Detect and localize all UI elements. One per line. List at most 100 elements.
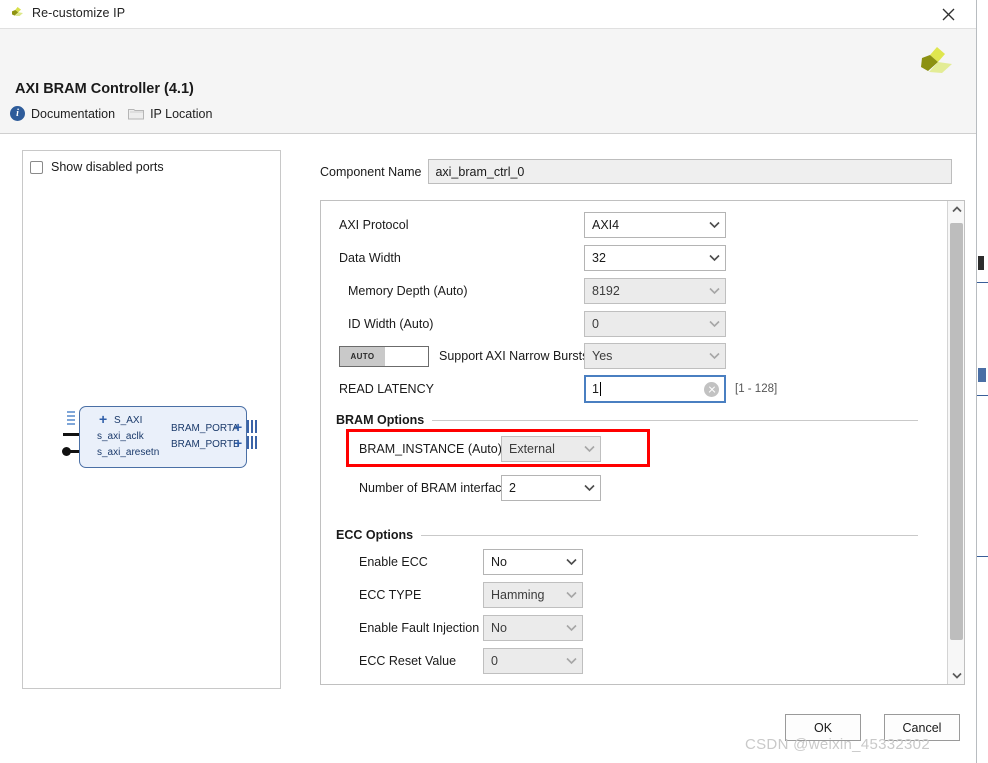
bram-instance-select[interactable]: External	[501, 436, 601, 462]
field-axi-protocol: AXI Protocol AXI4	[339, 212, 726, 238]
component-name-row: Component Name axi_bram_ctrl_0	[320, 159, 953, 184]
chevron-down-icon	[564, 621, 578, 635]
window-title: Re-customize IP	[32, 6, 126, 20]
ecc-options-section-header: ECC Options	[336, 528, 918, 542]
chevron-down-icon	[582, 481, 596, 495]
ecc-reset-value-select[interactable]: 0	[483, 648, 583, 674]
bus-pin-icon	[67, 411, 76, 425]
checkbox-box	[30, 160, 43, 174]
number-bram-interfaces-label: Number of BRAM interfaces	[359, 481, 515, 495]
ecc-reset-value-label: ECC Reset Value	[359, 654, 457, 668]
background-window-sliver	[976, 0, 988, 763]
xilinx-brand-logo-icon	[914, 43, 958, 87]
ip-block-diagram: + S_AXI s_axi_aclk s_axi_aresetn BRAM_PO…	[57, 406, 257, 470]
field-memory-depth: Memory Depth (Auto) 8192	[339, 278, 726, 304]
read-latency-input[interactable]: 1	[584, 375, 726, 403]
axi-protocol-label: AXI Protocol	[339, 218, 409, 232]
field-ecc-reset-value: ECC Reset Value 0	[359, 648, 583, 674]
id-width-label: ID Width (Auto)	[348, 317, 434, 331]
text-caret	[599, 382, 601, 397]
field-id-width: ID Width (Auto) 0	[339, 311, 726, 337]
ip-location-label: IP Location	[150, 106, 213, 121]
enable-ecc-value: No	[491, 555, 507, 569]
reset-pin-icon	[62, 447, 79, 456]
scrollbar-thumb[interactable]	[950, 223, 963, 640]
bus-lines-portb-icon	[247, 436, 257, 449]
options-vertical-scrollbar[interactable]	[947, 201, 964, 684]
enable-fault-injection-label: Enable Fault Injection	[359, 621, 480, 635]
expand-bram-porta-icon[interactable]: +	[234, 420, 242, 434]
page-title: AXI BRAM Controller (4.1)	[15, 81, 194, 97]
auto-toggle-narrow-bursts[interactable]: AUTO	[339, 345, 429, 367]
narrow-bursts-label: Support AXI Narrow Bursts	[439, 349, 589, 363]
data-width-value: 32	[592, 251, 606, 265]
read-latency-value: 1	[592, 381, 599, 396]
field-read-latency: READ LATENCY 1 [1 - 128]	[339, 375, 777, 403]
close-icon[interactable]	[926, 0, 970, 29]
options-scroll-content: AXI Protocol AXI4 Data Width 32 Memory D…	[321, 201, 948, 684]
enable-fault-injection-value: No	[491, 621, 507, 635]
field-bram-instance: BRAM_INSTANCE (Auto) External	[359, 436, 601, 462]
clear-icon[interactable]	[704, 381, 719, 397]
folder-icon	[128, 107, 145, 120]
component-name-input[interactable]: axi_bram_ctrl_0	[428, 159, 953, 184]
ecc-type-select[interactable]: Hamming	[483, 582, 583, 608]
port-label-s-axi-aresetn: s_axi_aresetn	[97, 447, 160, 458]
field-number-of-bram-interfaces: Number of BRAM interfaces 2	[359, 475, 601, 501]
expand-s-axi-icon[interactable]: +	[99, 412, 107, 426]
data-width-label: Data Width	[339, 251, 401, 265]
bus-lines-porta-icon	[247, 420, 257, 433]
axi-protocol-select[interactable]: AXI4	[584, 212, 726, 238]
ecc-type-label: ECC TYPE	[359, 588, 422, 602]
recustomize-ip-dialog: Re-customize IP AXI BRAM Controller (4.1…	[0, 0, 976, 763]
bram-options-title: BRAM Options	[336, 413, 425, 427]
component-name-label: Component Name	[320, 164, 422, 179]
port-label-bram-porta: BRAM_PORTA	[171, 423, 239, 434]
chevron-down-icon	[707, 349, 721, 363]
watermark-text: CSDN @weixin_45332302	[745, 736, 930, 753]
data-width-select[interactable]: 32	[584, 245, 726, 271]
field-narrow-bursts: AUTO Support AXI Narrow Bursts Yes	[339, 343, 726, 369]
id-width-value: 0	[592, 317, 599, 331]
scroll-down-icon[interactable]	[948, 667, 965, 684]
memory-depth-select[interactable]: 8192	[584, 278, 726, 304]
enable-ecc-label: Enable ECC	[359, 555, 428, 569]
narrow-bursts-value: Yes	[592, 349, 613, 363]
documentation-label: Documentation	[31, 106, 116, 121]
enable-ecc-select[interactable]: No	[483, 549, 583, 575]
ecc-type-value: Hamming	[491, 588, 545, 602]
application-root: Re-customize IP AXI BRAM Controller (4.1…	[0, 0, 988, 763]
read-latency-value-wrap: 1	[592, 382, 601, 397]
header-links: i Documentation IP Location	[10, 106, 212, 121]
chevron-down-icon	[707, 218, 721, 232]
chevron-down-icon	[564, 654, 578, 668]
ip-location-link[interactable]: IP Location	[128, 107, 212, 121]
port-label-bram-portb: BRAM_PORTB	[171, 439, 240, 450]
enable-fault-injection-select[interactable]: No	[483, 615, 583, 641]
port-label-s-axi: S_AXI	[114, 415, 143, 426]
ip-header: AXI BRAM Controller (4.1) i Documentatio…	[0, 29, 976, 134]
field-enable-ecc: Enable ECC No	[359, 549, 583, 575]
expand-bram-portb-icon[interactable]: +	[234, 436, 242, 450]
id-width-select[interactable]: 0	[584, 311, 726, 337]
narrow-bursts-select[interactable]: Yes	[584, 343, 726, 369]
section-divider	[432, 419, 918, 421]
info-icon: i	[10, 106, 25, 121]
dialog-body: Show disabled ports + S_AXI s_axi_aclk s…	[0, 134, 976, 763]
chevron-down-icon	[707, 317, 721, 331]
show-disabled-ports-label: Show disabled ports	[51, 160, 164, 174]
ecc-options-title: ECC Options	[336, 528, 414, 542]
chevron-down-icon	[564, 555, 578, 569]
number-bram-interfaces-select[interactable]: 2	[501, 475, 601, 501]
scroll-up-icon[interactable]	[948, 201, 965, 218]
read-latency-range-hint: [1 - 128]	[735, 383, 778, 395]
show-disabled-ports-checkbox[interactable]: Show disabled ports	[30, 160, 164, 174]
documentation-link[interactable]: i Documentation	[10, 106, 115, 121]
section-divider	[421, 534, 918, 536]
configuration-area: Component Name axi_bram_ctrl_0 AXI Proto…	[305, 134, 976, 763]
port-label-s-axi-aclk: s_axi_aclk	[97, 431, 144, 442]
title-bar: Re-customize IP	[0, 0, 976, 29]
bram-instance-value: External	[509, 442, 555, 456]
number-bram-interfaces-value: 2	[509, 481, 516, 495]
bram-instance-label: BRAM_INSTANCE (Auto)	[359, 442, 502, 456]
